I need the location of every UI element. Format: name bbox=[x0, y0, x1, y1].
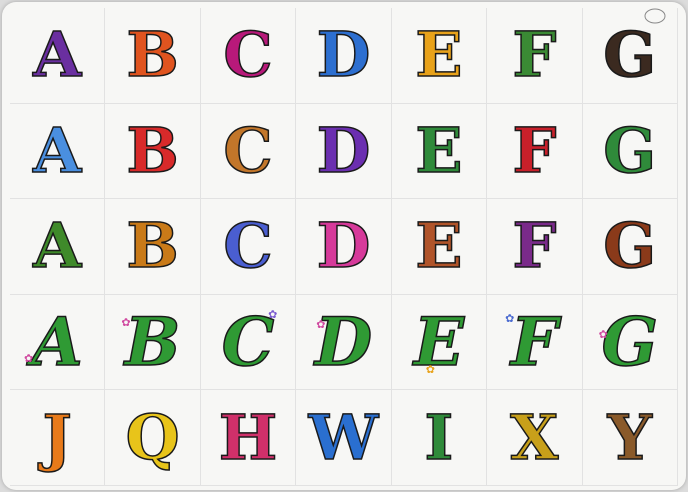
letter-cell: Y bbox=[582, 390, 678, 486]
vine-letter: E bbox=[413, 303, 465, 382]
vine-letter: A bbox=[31, 303, 84, 382]
decorated-letter: C bbox=[223, 113, 274, 187]
flower-icon: ✿ bbox=[505, 311, 515, 325]
decorated-letter: Q bbox=[125, 400, 181, 474]
letter-cell: I bbox=[391, 390, 488, 486]
letter-cell: B bbox=[105, 8, 201, 104]
decorated-letter: J bbox=[42, 400, 73, 474]
decorated-letter: E bbox=[415, 113, 464, 187]
flower-icon: ✿ bbox=[425, 363, 435, 377]
letter-cell: A bbox=[10, 8, 106, 104]
letter-cell: E bbox=[391, 8, 488, 104]
letter-cell: C bbox=[200, 8, 297, 104]
vine-letter: C bbox=[221, 303, 275, 382]
letter-cell: H bbox=[200, 390, 297, 486]
flower-icon: ✿ bbox=[268, 307, 278, 321]
letter-cell: B bbox=[105, 103, 201, 200]
decorated-letter: G bbox=[603, 18, 657, 92]
letter-cell: G bbox=[582, 103, 678, 200]
letter-cell: C bbox=[200, 199, 297, 295]
decorated-letter: I bbox=[424, 400, 455, 474]
flower-icon: ✿ bbox=[598, 327, 608, 341]
letter-cell: E bbox=[391, 103, 488, 200]
vine-letter: F bbox=[510, 303, 558, 382]
letter-cell: F ✿ bbox=[487, 294, 583, 391]
letter-cell: G bbox=[582, 8, 678, 104]
decorated-letter: A bbox=[32, 209, 82, 283]
decorated-letter: D bbox=[316, 209, 371, 283]
letter-cell: E bbox=[391, 199, 488, 295]
letter-cell: Q bbox=[105, 390, 201, 486]
vine-letter: G bbox=[601, 303, 659, 382]
alphabet-grid: A B C D E F G A B C D E F G A B C D E F … bbox=[10, 8, 678, 486]
letter-cell: X bbox=[487, 390, 583, 486]
decorated-letter: C bbox=[223, 18, 274, 92]
letter-cell: W bbox=[296, 390, 392, 486]
letter-cell: A bbox=[10, 103, 106, 200]
decorated-letter: X bbox=[510, 400, 560, 474]
flower-icon: ✿ bbox=[24, 351, 34, 365]
letter-cell: C ✿ bbox=[200, 294, 297, 391]
flower-icon: ✿ bbox=[121, 315, 131, 329]
letter-cell: A bbox=[10, 199, 106, 295]
letter-cell: D bbox=[296, 8, 392, 104]
decorated-letter: B bbox=[126, 18, 180, 92]
vine-letter: B bbox=[124, 303, 181, 382]
decorated-letter: H bbox=[218, 400, 278, 474]
decorated-letter: B bbox=[126, 113, 180, 187]
letter-cell: B bbox=[105, 199, 201, 295]
decorated-letter: G bbox=[603, 113, 657, 187]
letter-cell: C bbox=[200, 103, 297, 200]
letter-cell: G ✿ bbox=[582, 294, 678, 391]
coloring-sheet: A B C D E F G A B C D E F G A B C D E F … bbox=[2, 2, 686, 490]
decorated-letter: C bbox=[223, 209, 274, 283]
decorated-letter: A bbox=[32, 113, 82, 187]
decorated-letter: W bbox=[308, 400, 379, 474]
letter-cell: D ✿ bbox=[296, 294, 392, 391]
letter-cell: F bbox=[487, 199, 583, 295]
letter-cell: A ✿ bbox=[10, 294, 106, 391]
decorated-letter: F bbox=[512, 113, 558, 187]
letter-cell: J bbox=[10, 390, 106, 486]
decorated-letter: F bbox=[512, 209, 558, 283]
letter-cell: B ✿ bbox=[105, 294, 201, 391]
letter-cell: D bbox=[296, 103, 392, 200]
decorated-letter: G bbox=[603, 209, 657, 283]
decorated-letter: Y bbox=[607, 400, 653, 474]
letter-cell: D bbox=[296, 199, 392, 295]
decorated-letter: D bbox=[316, 113, 371, 187]
decorated-letter: D bbox=[316, 18, 371, 92]
decorated-letter: E bbox=[415, 209, 464, 283]
decorated-letter: E bbox=[415, 18, 464, 92]
letter-cell: E ✿ bbox=[391, 294, 488, 391]
letter-cell: G bbox=[582, 199, 678, 295]
letter-cell: F bbox=[487, 103, 583, 200]
letter-cell: F bbox=[487, 8, 583, 104]
flower-icon: ✿ bbox=[316, 317, 326, 331]
decorated-letter: B bbox=[126, 209, 180, 283]
decorated-letter: A bbox=[32, 18, 82, 92]
decorated-letter: F bbox=[512, 18, 558, 92]
